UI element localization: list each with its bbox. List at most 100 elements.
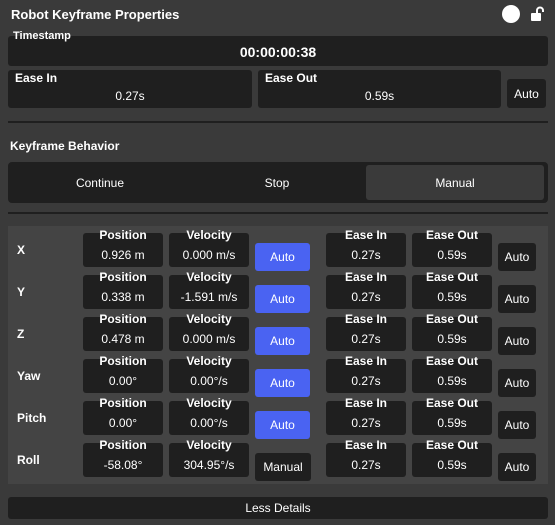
x-ease-out-field[interactable]: Ease Out 0.59s xyxy=(412,228,492,267)
ease-in-value: 0.27s xyxy=(351,416,381,430)
ease-out-value: 0.59s xyxy=(364,89,395,103)
timestamp-field[interactable]: Timestamp 00:00:00:38 xyxy=(8,30,548,66)
ease-in-header: Ease In xyxy=(344,438,388,452)
less-details-button[interactable]: Less Details xyxy=(8,497,548,519)
timestamp-label: Timestamp xyxy=(13,30,71,42)
y-position-field[interactable]: Position 0.338 m xyxy=(83,270,163,309)
x-velocity-field[interactable]: Velocity 0.000 m/s xyxy=(169,228,249,267)
velocity-header: Velocity xyxy=(186,354,232,368)
yaw-ease-out-field[interactable]: Ease Out 0.59s xyxy=(412,354,492,393)
velocity-value: 304.95°/s xyxy=(183,458,235,472)
yaw-velocity-field[interactable]: Velocity 0.00°/s xyxy=(169,354,249,393)
velocity-value: 0.000 m/s xyxy=(182,332,236,346)
behavior-segmented-control: Continue Stop Manual xyxy=(8,162,548,203)
velocity-header: Velocity xyxy=(186,228,232,242)
ease-out-value: 0.59s xyxy=(437,374,467,388)
y-velocity-field[interactable]: Velocity -1.591 m/s xyxy=(169,270,249,309)
position-header: Position xyxy=(99,396,147,410)
pitch-velocity-mode-button[interactable]: Auto xyxy=(255,411,310,439)
y-ease-in-field[interactable]: Ease In 0.27s xyxy=(326,270,406,309)
ease-out-label: Ease Out xyxy=(265,71,318,85)
axis-label: Roll xyxy=(17,453,40,467)
ease-in-value: 0.27s xyxy=(351,332,381,346)
keyframe-behavior-label: Keyframe Behavior xyxy=(10,139,120,153)
ease-out-header: Ease Out xyxy=(425,354,479,368)
divider xyxy=(8,212,548,214)
velocity-header: Velocity xyxy=(186,438,232,452)
z-position-field[interactable]: Position 0.478 m xyxy=(83,312,163,351)
pitch-position-field[interactable]: Position 0.00° xyxy=(83,396,163,435)
ease-out-header: Ease Out xyxy=(425,228,479,242)
yaw-ease-auto-button[interactable]: Auto xyxy=(498,369,536,397)
pitch-ease-auto-button[interactable]: Auto xyxy=(498,411,536,439)
ease-out-value: 0.59s xyxy=(437,416,467,430)
x-ease-in-field[interactable]: Ease In 0.27s xyxy=(326,228,406,267)
yaw-velocity-mode-button[interactable]: Auto xyxy=(255,369,310,397)
ease-out-field[interactable]: Ease Out 0.59s xyxy=(258,70,501,108)
position-header: Position xyxy=(99,438,147,452)
keyframe-properties-panel: { "title": "Robot Keyframe Properties", … xyxy=(0,0,555,525)
position-value: -58.08° xyxy=(103,458,143,472)
behavior-option-stop[interactable]: Stop xyxy=(189,165,365,200)
ease-in-header: Ease In xyxy=(344,312,388,326)
ease-in-value: 0.27s xyxy=(351,374,381,388)
pitch-ease-in-field[interactable]: Ease In 0.27s xyxy=(326,396,406,435)
ease-out-value: 0.59s xyxy=(437,332,467,346)
pitch-velocity-field[interactable]: Velocity 0.00°/s xyxy=(169,396,249,435)
position-header: Position xyxy=(99,228,147,242)
axis-label: Yaw xyxy=(17,369,41,383)
position-value: 0.00° xyxy=(108,416,138,430)
position-value: 0.00° xyxy=(108,374,138,388)
roll-velocity-mode-button[interactable]: Manual xyxy=(255,453,311,481)
ease-out-header: Ease Out xyxy=(425,270,479,284)
ease-in-field[interactable]: Ease In 0.27s xyxy=(8,70,252,108)
behavior-option-manual[interactable]: Manual xyxy=(366,165,544,200)
z-ease-in-field[interactable]: Ease In 0.27s xyxy=(326,312,406,351)
roll-ease-in-field[interactable]: Ease In 0.27s xyxy=(326,438,406,477)
ease-in-value: 0.27s xyxy=(115,89,145,103)
roll-position-field[interactable]: Position -58.08° xyxy=(83,438,163,477)
ease-in-header: Ease In xyxy=(344,228,388,242)
unlock-icon[interactable] xyxy=(528,5,546,23)
y-ease-out-field[interactable]: Ease Out 0.59s xyxy=(412,270,492,309)
roll-velocity-field[interactable]: Velocity 304.95°/s xyxy=(169,438,249,477)
ease-out-header: Ease Out xyxy=(425,312,479,326)
velocity-header: Velocity xyxy=(186,270,232,284)
y-velocity-mode-button[interactable]: Auto xyxy=(255,285,310,313)
y-ease-auto-button[interactable]: Auto xyxy=(498,285,536,313)
color-indicator-icon[interactable] xyxy=(502,5,520,23)
ease-in-label: Ease In xyxy=(15,71,58,85)
x-ease-auto-button[interactable]: Auto xyxy=(498,243,536,271)
ease-in-value: 0.27s xyxy=(351,248,381,262)
position-value: 0.926 m xyxy=(101,248,145,262)
panel-title: Robot Keyframe Properties xyxy=(11,7,180,22)
yaw-position-field[interactable]: Position 0.00° xyxy=(83,354,163,393)
behavior-option-continue[interactable]: Continue xyxy=(11,165,189,200)
ease-in-header: Ease In xyxy=(344,270,388,284)
position-value: 0.478 m xyxy=(101,332,145,346)
ease-auto-button[interactable]: Auto xyxy=(507,79,546,108)
roll-ease-out-field[interactable]: Ease Out 0.59s xyxy=(412,438,492,477)
position-header: Position xyxy=(99,312,147,326)
z-velocity-field[interactable]: Velocity 0.000 m/s xyxy=(169,312,249,351)
x-position-field[interactable]: Position 0.926 m xyxy=(83,228,163,267)
axis-label: Pitch xyxy=(17,411,47,425)
position-value: 0.338 m xyxy=(101,290,145,304)
ease-in-value: 0.27s xyxy=(351,290,381,304)
z-ease-out-field[interactable]: Ease Out 0.59s xyxy=(412,312,492,351)
position-header: Position xyxy=(99,270,147,284)
x-velocity-mode-button[interactable]: Auto xyxy=(255,243,310,271)
pitch-ease-out-field[interactable]: Ease Out 0.59s xyxy=(412,396,492,435)
velocity-value: 0.000 m/s xyxy=(182,248,236,262)
axis-label: Z xyxy=(17,327,25,341)
velocity-header: Velocity xyxy=(186,396,232,410)
divider xyxy=(8,121,548,123)
velocity-value: -1.591 m/s xyxy=(180,290,238,304)
ease-out-header: Ease Out xyxy=(425,438,479,452)
z-ease-auto-button[interactable]: Auto xyxy=(498,327,536,355)
position-header: Position xyxy=(99,354,147,368)
roll-ease-auto-button[interactable]: Auto xyxy=(498,453,536,481)
yaw-ease-in-field[interactable]: Ease In 0.27s xyxy=(326,354,406,393)
z-velocity-mode-button[interactable]: Auto xyxy=(255,327,310,355)
ease-out-value: 0.59s xyxy=(437,248,467,262)
